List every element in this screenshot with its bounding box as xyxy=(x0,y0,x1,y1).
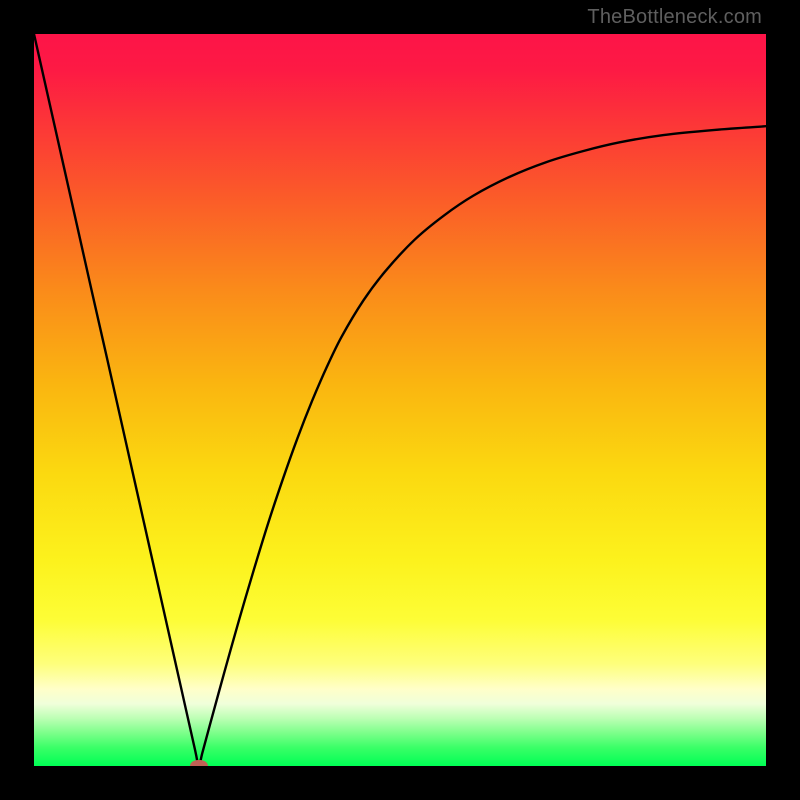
curve-layer xyxy=(34,34,766,766)
chart-stage: TheBottleneck.com xyxy=(0,0,800,800)
watermark-text: TheBottleneck.com xyxy=(587,6,762,29)
bottleneck-curve xyxy=(34,34,766,766)
minimum-marker xyxy=(190,760,208,766)
plot-area xyxy=(34,34,766,766)
